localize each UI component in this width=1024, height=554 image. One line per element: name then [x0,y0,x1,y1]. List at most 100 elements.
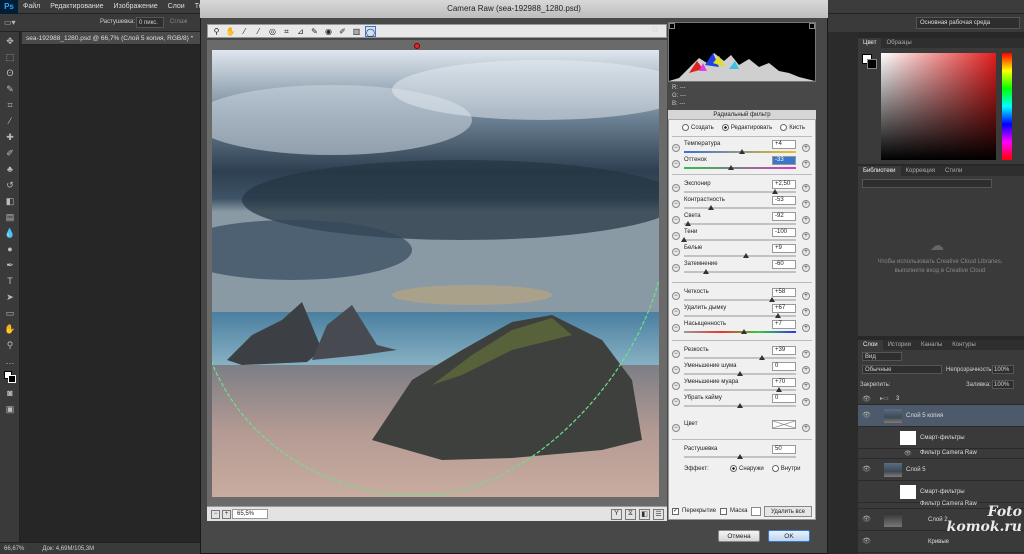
decrease-icon[interactable]: − [672,350,680,358]
slider-value[interactable]: +2,50 [772,180,796,189]
marquee-tool-icon[interactable]: ⬚ [4,51,16,63]
slider-track[interactable] [684,167,796,169]
decrease-icon[interactable]: − [672,184,680,192]
slider-track[interactable] [684,207,796,209]
zoom-tool-icon[interactable]: ⚲ [4,339,16,351]
decrease-icon[interactable]: − [672,200,680,208]
spot-removal-icon[interactable]: ✎ [309,26,320,37]
slider-track[interactable] [684,239,796,241]
color-picker-field[interactable] [881,53,996,160]
slider-thumb[interactable] [737,403,743,408]
slider-track[interactable] [684,223,796,225]
slider-thumb[interactable] [681,237,687,242]
slider-thumb[interactable] [728,165,735,170]
filter-icon[interactable]: Y [611,509,622,520]
slider-row[interactable]: − Удалить дымку +67 + [668,304,816,320]
library-select[interactable] [862,179,992,188]
color-swatches[interactable] [4,371,16,383]
tab-styles[interactable]: Стили [940,166,967,176]
slider-row[interactable]: − Затемнение -60 + [668,260,816,276]
slider-value[interactable]: 50 [772,445,796,454]
increase-icon[interactable]: + [802,324,810,332]
slider-value[interactable]: -60 [772,260,796,269]
slider-thumb[interactable] [741,329,748,334]
slider-value[interactable]: +7 [772,320,796,329]
layer-row[interactable]: 👁 Слой 5 копия [858,405,1024,427]
tab-history[interactable]: Истории [883,340,916,350]
white-balance-icon[interactable]: ⁄ [239,26,250,37]
effect-outside-radio[interactable]: Снаружи [730,465,764,472]
slider-value[interactable]: -53 [772,196,796,205]
increase-icon[interactable]: + [802,264,810,272]
slider-value[interactable]: +67 [772,304,796,313]
slider-thumb[interactable] [769,297,776,302]
layer-kind-filter[interactable]: Вид [862,352,902,361]
slider-value[interactable]: -92 [772,212,796,221]
slider-value[interactable]: -100 [772,228,796,237]
mask-color-swatch[interactable] [751,507,761,516]
slider-value[interactable]: +70 [772,378,796,387]
color-swatch[interactable] [772,420,796,429]
decrease-icon[interactable]: − [672,292,680,300]
decrease-icon[interactable]: − [672,248,680,256]
slider-row[interactable]: − Экспонир +2,50 + [668,180,816,196]
layer-row[interactable]: 👁 Слой 5 [858,459,1024,481]
decrease-icon[interactable]: − [672,160,680,168]
increase-icon[interactable]: + [802,232,810,240]
slider-thumb[interactable] [703,269,710,274]
edit-toolbar-icon[interactable]: … [4,355,16,367]
crop-tool-icon[interactable]: ⌗ [281,26,292,37]
layer-group[interactable]: 👁 ▸▭ 3 [858,393,1024,405]
type-tool-icon[interactable]: T [4,275,16,287]
slider-row[interactable]: − Насыщенность +7 + [668,320,816,336]
slider-thumb[interactable] [759,355,766,360]
slider-row[interactable]: − Белые +9 + [668,244,816,260]
zoom-in-button[interactable]: + [222,510,231,519]
increase-icon[interactable]: + [802,184,810,192]
slider-track[interactable] [684,271,796,273]
slider-row[interactable]: − Тени -100 + [668,228,816,244]
slider-thumb[interactable] [771,189,778,194]
slider-track[interactable] [684,191,796,193]
slider-row[interactable]: − Уменьшение шума 0 + [668,362,816,378]
quick-mask-icon[interactable]: ◙ [4,387,16,399]
straighten-icon[interactable]: ⊿ [295,26,306,37]
highlight-clip-icon[interactable] [809,23,815,29]
slider-value[interactable]: +39 [772,346,796,355]
mode-create-radio[interactable]: Создать [682,124,714,131]
slider-thumb[interactable] [707,205,714,210]
slider-value[interactable]: +58 [772,288,796,297]
increase-icon[interactable]: + [802,350,810,358]
overlay-checkbox[interactable]: ✓ [672,508,679,515]
decrease-icon[interactable]: − [672,324,680,332]
increase-icon[interactable]: + [802,308,810,316]
slider-row[interactable]: − Убрать кайму 0 + [668,394,816,410]
eye-icon[interactable]: 👁 [862,515,871,523]
menu-file[interactable]: Файл [18,3,45,10]
history-brush-icon[interactable]: ↺ [4,179,16,191]
layer-row[interactable]: Смарт-фильтры [858,427,1024,449]
increase-icon[interactable]: + [802,398,810,406]
slider-track[interactable] [684,299,796,301]
slider-value[interactable]: 0 [772,362,796,371]
slider-thumb[interactable] [685,221,692,226]
slider-row[interactable]: − Контрастность -53 + [668,196,816,212]
menu-image[interactable]: Изображение [109,3,163,10]
increase-icon[interactable]: + [802,200,810,208]
slider-track[interactable] [684,255,796,257]
hand-tool-icon[interactable]: ✋ [225,26,236,37]
slider-value[interactable]: +9 [772,244,796,253]
increase-icon[interactable]: + [802,248,810,256]
delete-all-button[interactable]: Удалить все [764,506,812,517]
slider-row[interactable]: − Уменьшение муара +70 + [668,378,816,394]
decrease-icon[interactable]: − [672,264,680,272]
mode-brush-radio[interactable]: Кисть [780,124,805,131]
photo-preview[interactable] [212,50,659,497]
zoom-out-button[interactable]: − [211,510,220,519]
decrease-icon[interactable]: − [672,232,680,240]
shadow-clip-icon[interactable] [669,23,675,29]
opacity-input[interactable]: 100% [992,365,1014,374]
ok-button[interactable]: OK [768,530,810,542]
effect-inside-radio[interactable]: Внутри [771,465,800,472]
move-tool-icon[interactable]: ✥ [4,35,16,47]
